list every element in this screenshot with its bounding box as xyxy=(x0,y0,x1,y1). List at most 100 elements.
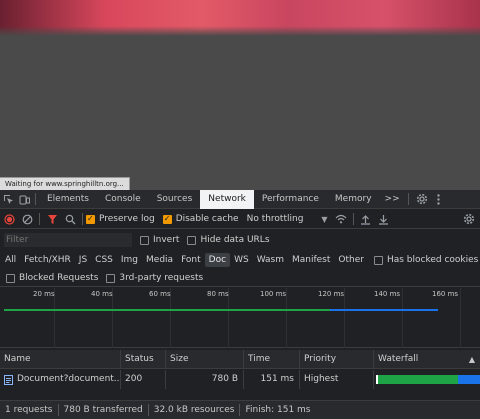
type-filter-all[interactable]: All xyxy=(4,253,20,267)
invert-check[interactable] xyxy=(140,235,149,245)
timeline-tick: 120 ms xyxy=(318,290,345,298)
devtools-panel: Elements Console Sources Network Perform… xyxy=(0,189,480,419)
disable-cache-check[interactable] xyxy=(162,214,172,224)
grid-line xyxy=(460,288,461,348)
type-filter-doc[interactable]: Doc xyxy=(204,253,231,267)
resource-type-filters: All Fetch/XHR JS CSS Img Media Font Doc … xyxy=(0,251,480,269)
waterfall-header-label: Waterfall xyxy=(378,353,419,364)
blocked-filter-row: Blocked Requests 3rd-party requests xyxy=(0,270,480,287)
divider xyxy=(39,213,40,225)
timeline-tick: 20 ms xyxy=(33,290,55,298)
document-icon xyxy=(4,374,13,385)
preserve-log-check[interactable] xyxy=(86,214,95,224)
filter-input[interactable] xyxy=(4,233,132,247)
network-settings-gear-icon[interactable] xyxy=(458,210,480,229)
sort-ascending-icon: ▲ xyxy=(468,354,475,364)
invert-label: Invert xyxy=(153,235,180,245)
row-name-cell[interactable]: Document?document... xyxy=(0,370,121,389)
column-header-status[interactable]: Status xyxy=(121,349,166,369)
import-har-icon[interactable] xyxy=(357,210,375,229)
webpage-viewport: Waiting for www.springhilltn.org... xyxy=(0,0,480,190)
inspect-element-icon[interactable] xyxy=(0,190,16,209)
type-filter-wasm[interactable]: Wasm xyxy=(253,253,288,267)
hero-banner xyxy=(0,0,480,36)
type-filter-font[interactable]: Font xyxy=(177,253,205,267)
timeline-tick: 160 ms xyxy=(432,290,459,298)
throttling-value: No throttling xyxy=(246,214,304,224)
type-filter-css[interactable]: CSS xyxy=(91,253,117,267)
tab-console[interactable]: Console xyxy=(97,190,149,209)
has-blocked-cookies-checkbox[interactable]: Has blocked cookies xyxy=(373,255,479,265)
tab-elements[interactable]: Elements xyxy=(39,190,97,209)
column-header-waterfall[interactable]: Waterfall ▲ xyxy=(374,350,480,369)
third-party-requests-check[interactable] xyxy=(106,273,116,283)
network-overview-timeline[interactable]: 20 ms 40 ms 60 ms 80 ms 100 ms 120 ms 14… xyxy=(0,288,480,348)
divider xyxy=(352,213,354,225)
more-tabs-button[interactable]: >> xyxy=(380,190,405,209)
third-party-requests-label: 3rd-party requests xyxy=(119,273,204,283)
type-filter-other[interactable]: Other xyxy=(334,253,368,267)
grid-line xyxy=(344,288,345,348)
has-blocked-cookies-label: Has blocked cookies xyxy=(386,255,479,265)
summary-requests: 1 requests xyxy=(5,405,53,415)
table-row[interactable]: Document?document... 200 780 B 151 ms Hi… xyxy=(0,370,480,389)
overview-download-bar xyxy=(330,309,438,311)
blocked-requests-check[interactable] xyxy=(6,273,15,283)
tab-network[interactable]: Network xyxy=(200,189,254,209)
timeline-tick: 40 ms xyxy=(91,290,113,298)
network-summary-bar: 1 requests 780 B transferred 32.0 kB res… xyxy=(0,400,480,419)
chevron-down-icon: ▼ xyxy=(321,214,328,224)
row-time-cell: 151 ms xyxy=(244,370,300,389)
hide-data-urls-check[interactable] xyxy=(187,235,197,245)
column-header-size[interactable]: Size xyxy=(166,349,244,369)
tab-sources[interactable]: Sources xyxy=(149,190,201,209)
has-blocked-cookies-check[interactable] xyxy=(373,255,383,265)
network-conditions-wifi-icon[interactable] xyxy=(332,210,350,229)
summary-resources: 32.0 kB resources xyxy=(153,405,235,415)
network-toolbar: Preserve log Disable cache No throttling… xyxy=(0,210,480,229)
type-filter-ws[interactable]: WS xyxy=(230,253,253,267)
type-filter-fetch-xhr[interactable]: Fetch/XHR xyxy=(20,253,75,267)
filter-row: Invert Hide data URLs xyxy=(0,230,480,250)
divider xyxy=(35,193,36,205)
search-icon[interactable] xyxy=(61,210,79,229)
requests-table-header: Name Status Size Time Priority Waterfall… xyxy=(0,349,480,369)
tab-memory[interactable]: Memory xyxy=(327,190,380,209)
timeline-tick: 60 ms xyxy=(149,290,171,298)
preserve-log-checkbox[interactable]: Preserve log xyxy=(86,214,155,224)
divider xyxy=(407,193,409,205)
type-filter-img[interactable]: Img xyxy=(117,253,142,267)
tab-performance[interactable]: Performance xyxy=(254,190,327,209)
invert-checkbox[interactable]: Invert xyxy=(140,235,179,245)
waterfall-download-bar xyxy=(458,375,480,384)
device-toolbar-icon[interactable] xyxy=(16,190,32,209)
export-har-icon[interactable] xyxy=(375,210,393,229)
blocked-requests-label: Blocked Requests xyxy=(19,273,99,283)
third-party-requests-checkbox[interactable]: 3rd-party requests xyxy=(106,273,203,283)
grid-line xyxy=(402,288,403,348)
row-priority-cell: Highest xyxy=(300,370,374,389)
column-header-priority[interactable]: Priority xyxy=(300,349,374,369)
column-header-time[interactable]: Time xyxy=(244,349,300,369)
divider xyxy=(82,213,83,225)
record-icon[interactable] xyxy=(0,210,18,229)
type-filter-js[interactable]: JS xyxy=(75,253,91,267)
column-header-name[interactable]: Name xyxy=(0,349,121,369)
blocked-requests-checkbox[interactable]: Blocked Requests xyxy=(6,273,98,283)
throttling-select[interactable]: No throttling ▼ xyxy=(247,214,328,224)
clear-icon[interactable] xyxy=(18,210,36,229)
settings-gear-icon[interactable] xyxy=(412,190,432,209)
disable-cache-checkbox[interactable]: Disable cache xyxy=(162,214,239,224)
more-options-icon[interactable] xyxy=(432,190,446,209)
filter-funnel-icon[interactable] xyxy=(43,210,61,229)
summary-finish: Finish: 151 ms xyxy=(245,405,311,415)
row-status-cell: 200 xyxy=(121,370,166,389)
grid-line xyxy=(286,288,287,348)
hide-data-urls-checkbox[interactable]: Hide data URLs xyxy=(187,235,270,245)
overview-waiting-bar xyxy=(4,309,330,311)
loading-status: Waiting for www.springhilltn.org... xyxy=(0,177,130,190)
type-filter-media[interactable]: Media xyxy=(142,253,177,267)
type-filter-manifest[interactable]: Manifest xyxy=(288,253,334,267)
disable-cache-label: Disable cache xyxy=(175,214,239,224)
preserve-log-label: Preserve log xyxy=(99,214,155,224)
